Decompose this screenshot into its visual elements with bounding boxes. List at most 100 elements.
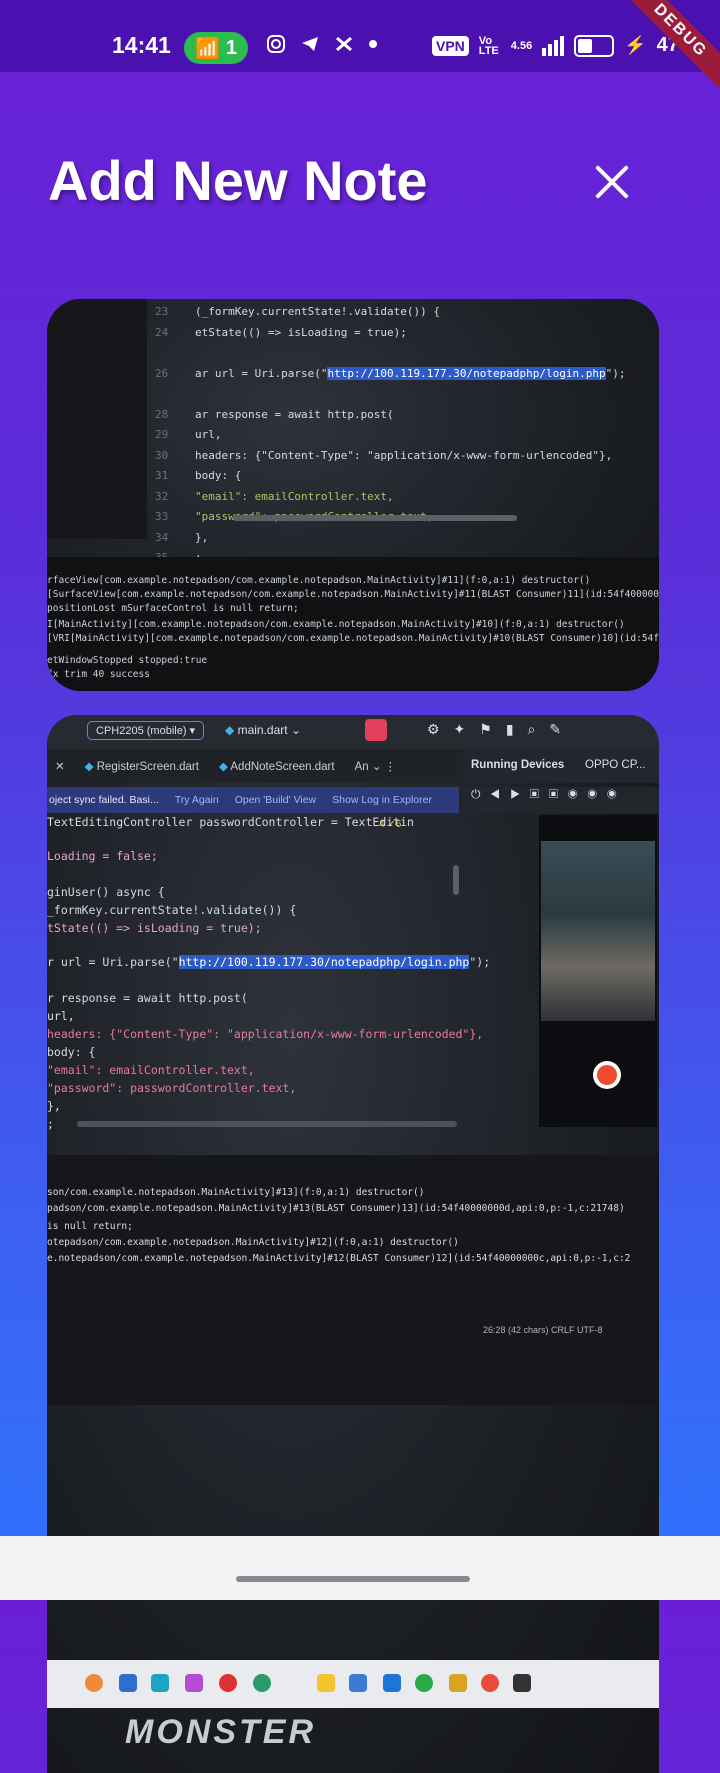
tab-register-screen[interactable]: ◆ RegisterScreen.dart (85, 759, 199, 773)
taskbar-icon (185, 1674, 203, 1692)
ide-status-line: 26:28 (42 chars) CRLF UTF-8 (483, 1325, 603, 1335)
code-text: (_formKey.currentState!.validate()) { (195, 305, 441, 318)
code-line: ginUser() async { (47, 885, 165, 899)
sync-failed-bar: oject sync failed. Basi... Try Again Ope… (47, 787, 459, 813)
line-number: 33 (155, 510, 169, 523)
code-line: 30 headers: {"Content-Type": "application… (155, 449, 612, 462)
code-line: _formKey.currentState!.validate()) { (47, 903, 297, 917)
log-line: is null return; (47, 1221, 133, 1232)
hotspot-count: 1 (225, 36, 238, 59)
editor-scrollbar (453, 865, 459, 895)
run-config[interactable]: ◆ main.dart ⌄ (225, 723, 301, 737)
signal-icon (542, 35, 565, 56)
line-number: 26 (155, 366, 169, 380)
dart-icon: ◆ (225, 723, 235, 737)
log-line: e.notepadson/com.example.notepadson.Main… (47, 1253, 631, 1264)
selected-url: http://100.119.177.30/notepadphp/login.p… (178, 955, 470, 969)
code-line: 32 "email": emailController.text, (155, 490, 394, 503)
code-text: r url = Uri.parse(" (47, 955, 179, 969)
toolbar-icons: ⚙✦⚑▮⌕✎ (427, 721, 576, 737)
emulator-controls: ⏻◀▶▣▣◉◉◉ (463, 787, 659, 813)
log-line: I[MainActivity][com.example.notepadson/c… (47, 619, 625, 630)
code-line: url, (47, 1009, 75, 1023)
status-bar: 14:41 📶 1 VPN Vo LTE 4.56 ⚡ 47 DEBUG (0, 0, 720, 104)
code-line: 24 etState(() => isLoading = true); (155, 326, 407, 339)
taskbar-icon (481, 1674, 499, 1692)
running-devices-panel-header: Running Devices OPPO CP... (463, 749, 659, 783)
taskbar-icon (119, 1674, 137, 1692)
line-number: 24 (155, 325, 169, 339)
code-text: ar response = await http.post( (195, 407, 394, 421)
code-text: headers: {"Content-Type": "application/x… (195, 448, 613, 462)
code-line: 31 body: { (155, 469, 241, 482)
code-line: r url = Uri.parse("http://100.119.177.30… (47, 955, 490, 969)
battery-icon (574, 34, 615, 57)
close-tab-icon[interactable]: ✕ (55, 759, 65, 773)
close-icon[interactable] (588, 158, 636, 206)
taskbar-icon (349, 1674, 367, 1692)
code-text: body: { (195, 469, 242, 482)
stop-button[interactable] (365, 719, 387, 741)
system-icons: VPN Vo LTE 4.56 ⚡ 47 (432, 34, 679, 57)
record-icon (597, 1065, 617, 1085)
show-log-link[interactable]: Show Log in Explorer (332, 794, 432, 806)
try-again-link[interactable]: Try Again (175, 794, 219, 806)
code-line: headers: {"Content-Type": "application/x… (47, 1027, 484, 1041)
selected-url: http://100.119.177.30/notepadphp/login.p… (327, 366, 606, 380)
vpn-badge: VPN (432, 35, 469, 56)
instagram-icon (267, 35, 285, 53)
log-line: son/com.example.notepadson.MainActivity]… (47, 1187, 425, 1198)
taskbar-icon (151, 1674, 169, 1692)
log-line: rfaceView[com.example.notepadson/com.exa… (47, 575, 591, 586)
line-number: 23 (155, 305, 169, 318)
line-number: 34 (155, 530, 169, 544)
dart-icon: ◆ (84, 761, 97, 773)
taskbar-icon (449, 1674, 467, 1692)
log-line: positionLost mSurfaceControl is null ret… (47, 603, 299, 614)
taskbar-icon (219, 1674, 237, 1692)
taskbar-icon (85, 1674, 103, 1692)
tab-label: RegisterScreen.dart (96, 761, 199, 773)
note-image-2[interactable]: CPH2205 (mobile) ▾ ◆ main.dart ⌄ ⚙✦⚑▮⌕✎ … (47, 715, 659, 1773)
code-line: ; (47, 1117, 54, 1131)
tab-label: An (354, 761, 369, 773)
taskbar-icon (317, 1674, 335, 1692)
code-line: body: { (47, 1045, 96, 1059)
device-tab[interactable]: OPPO CP... (585, 759, 646, 771)
taskbar-icon (513, 1674, 531, 1692)
laptop-brand: MONSTER (125, 1713, 316, 1751)
code-text: }, (195, 530, 209, 544)
log-line: etWindowStopped stopped:true (47, 655, 208, 666)
taskbar-icon (253, 1674, 271, 1692)
taskbar-icon (383, 1674, 401, 1692)
code-line: tState(() => isLoading = true); (47, 921, 262, 935)
line-number: 31 (155, 469, 169, 482)
network-speed: 4.56 (510, 39, 533, 52)
code-line: r response = await http.post( (47, 991, 248, 1005)
code-line: "password": passwordController.text, (47, 1081, 297, 1095)
navigation-bar (0, 1536, 720, 1600)
code-text: ar url = Uri.parse(" (195, 366, 328, 380)
open-build-link[interactable]: Open 'Build' View (235, 794, 316, 806)
code-text: etState(() => isLoading = true); (195, 325, 407, 339)
capcut-icon (336, 36, 352, 52)
note-image-1[interactable]: 23 (_formKey.currentState!.validate()) { 2… (47, 299, 659, 691)
code-line: 26 ar url = Uri.parse("http://100.119.177… (155, 366, 625, 380)
log-line: padson/com.example.notepadson.MainActivi… (47, 1203, 625, 1214)
editor-scrollbar (233, 515, 517, 521)
code-text: "); (469, 955, 491, 969)
tab-third[interactable]: An ⌄ ⋮ (355, 759, 397, 773)
code-line: }, (47, 1099, 61, 1113)
code-text: "email": emailController.text, (195, 489, 394, 503)
code-line: 34}, (155, 531, 208, 544)
tab-add-note-screen[interactable]: ◆ AddNoteScreen.dart (219, 759, 335, 773)
taskbar (47, 1660, 659, 1708)
device-selector[interactable]: CPH2205 (mobile) ▾ (87, 721, 205, 740)
line-number: 30 (155, 448, 169, 462)
home-gesture-handle[interactable] (236, 1576, 470, 1582)
hotspot-pill[interactable]: 📶 1 (184, 32, 248, 64)
horizontal-scrollbar (77, 1121, 457, 1127)
code-line: 28 ar response = await http.post( (155, 408, 394, 421)
record-button[interactable] (593, 1061, 621, 1089)
line-number: 29 (155, 428, 169, 441)
